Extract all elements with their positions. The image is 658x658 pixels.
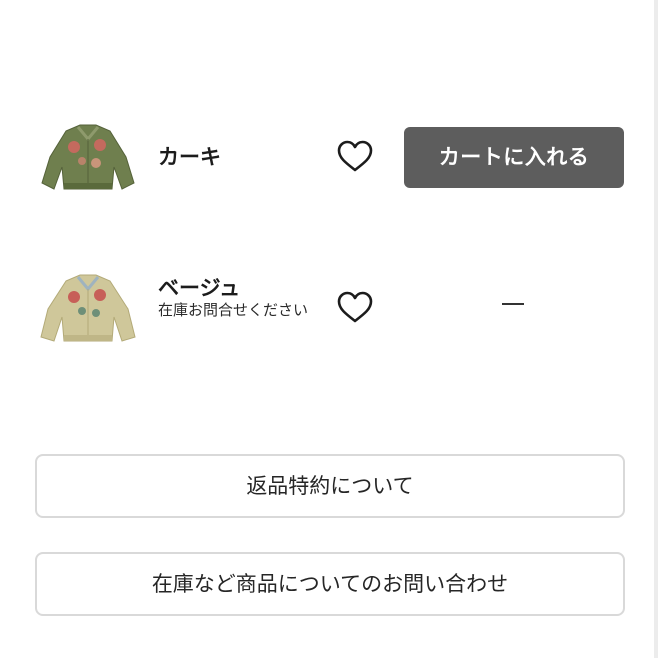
khaki-jacket-thumbnail (41, 124, 135, 190)
favorite-button[interactable] (336, 139, 374, 175)
variant-color-name: ベージュ (158, 276, 241, 300)
heart-outline-icon (337, 140, 373, 172)
variant-row-beige: ベージュ 在庫お問合せください (0, 259, 640, 359)
heart-outline-icon (337, 291, 373, 323)
page-edge-divider (654, 0, 658, 658)
stock-inquiry-note: 在庫お問合せください (158, 301, 309, 319)
variant-color-name: カーキ (158, 145, 221, 169)
beige-jacket-thumbnail (40, 274, 136, 342)
return-policy-button[interactable]: 返品特約について (35, 454, 625, 518)
product-inquiry-button[interactable]: 在庫など商品についてのお問い合わせ (35, 552, 625, 616)
add-to-cart-button[interactable]: カートに入れる (404, 127, 624, 188)
variant-row-khaki: カーキ カートに入れる (0, 109, 640, 209)
favorite-button[interactable] (336, 290, 374, 326)
unavailable-dash (502, 303, 524, 305)
